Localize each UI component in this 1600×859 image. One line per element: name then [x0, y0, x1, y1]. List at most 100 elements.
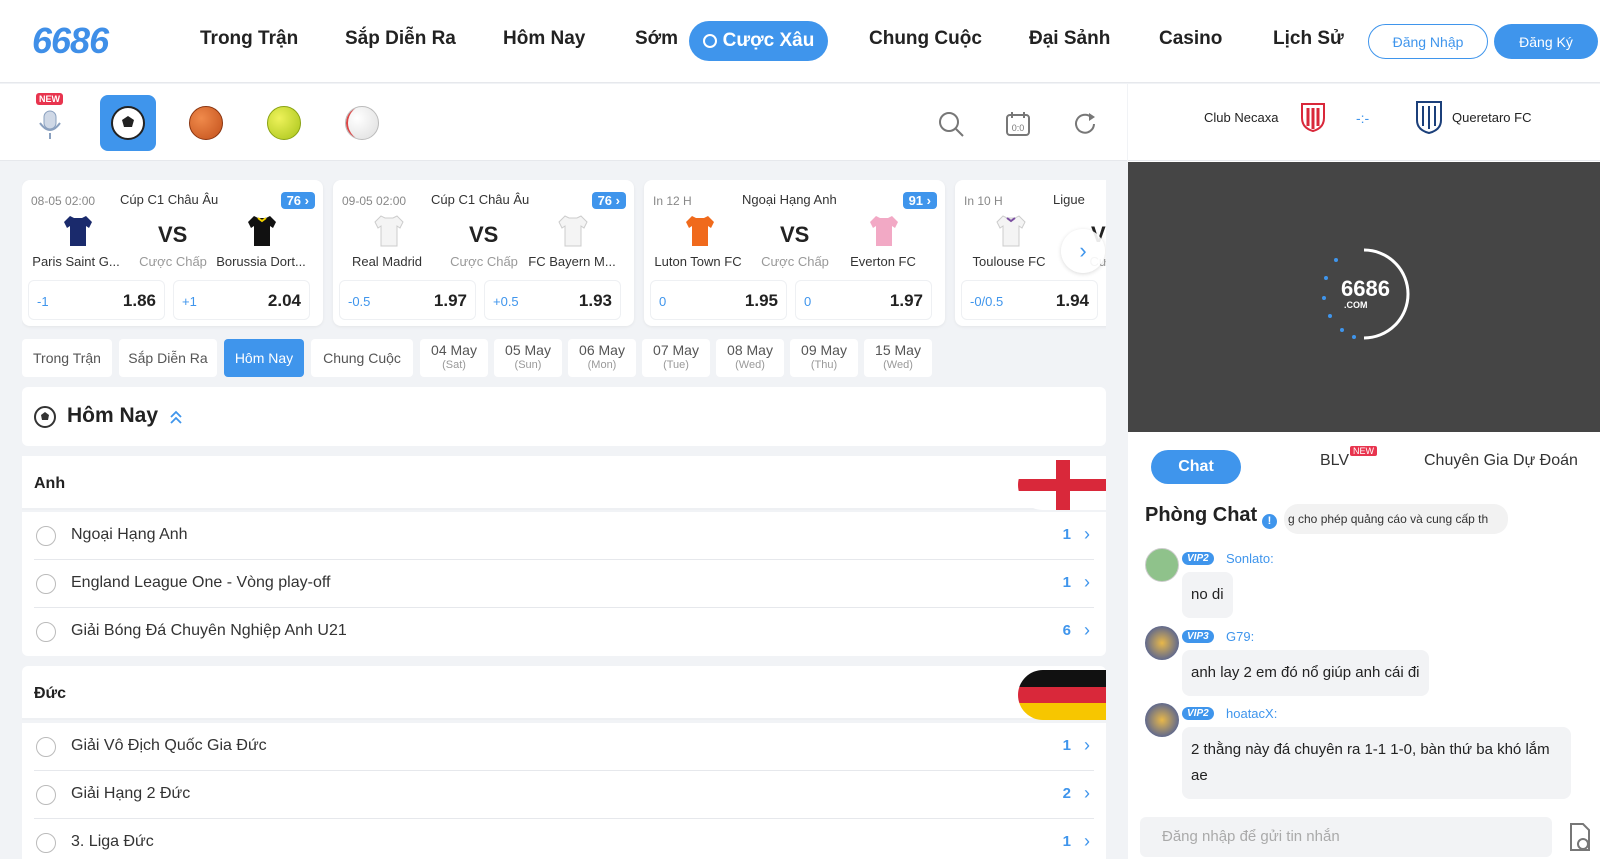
chat-message: VIP2 hoatacX: 2 thằng này đá chuyên ra 1…	[1145, 703, 1571, 813]
video-player[interactable]: 6686 .COM	[1128, 162, 1600, 432]
tab-label: 08 May	[727, 342, 773, 358]
tab-blv[interactable]: BLV	[1320, 452, 1349, 470]
vip-badge: VIP2	[1182, 707, 1214, 720]
market-count-badge[interactable]: 91 ›	[902, 192, 937, 209]
germany-flag-icon	[1018, 670, 1106, 720]
home-odds-button[interactable]: -1 1.86	[28, 280, 165, 320]
chat-input[interactable]: Đăng nhập để gửi tin nhắn	[1140, 817, 1552, 857]
collapse-icon[interactable]	[168, 409, 184, 425]
tab-date[interactable]: 05 May (Sun)	[494, 339, 562, 377]
calendar-icon[interactable]: 0:0	[1004, 110, 1032, 138]
login-button[interactable]: Đăng Nhập	[1368, 24, 1488, 59]
microphone-icon	[39, 110, 61, 139]
league-row[interactable]: Giải Vô Địch Quốc Gia Đức 1 ›	[22, 723, 1106, 771]
username[interactable]: G79:	[1226, 629, 1254, 644]
chevron-right-icon: ›	[1084, 831, 1090, 851]
message-text: 2 thằng này đá chuyên ra 1-1 1-0, bàn th…	[1182, 727, 1571, 799]
vs-label: VS	[158, 222, 188, 247]
nav-hom-nay[interactable]: Hôm Nay	[503, 28, 585, 50]
tab-label: Hôm Nay	[234, 349, 294, 366]
match-league: Ligue	[1053, 192, 1085, 207]
match-time: 08-05 02:00	[31, 194, 96, 208]
tab-label: Chung Cuộc	[323, 349, 401, 366]
announcement-marquee: g cho phép quảng cáo và cung cấp th	[1284, 504, 1508, 534]
tab-hom-nay[interactable]: Hôm Nay	[224, 339, 304, 377]
league-row[interactable]: Giải Hạng 2 Đức 2 ›	[22, 771, 1106, 819]
match-league: Ngoại Hạng Anh	[742, 192, 837, 207]
nav-lich-su[interactable]: Lịch Sử	[1273, 28, 1344, 50]
match-card[interactable]: 08-05 02:00 Cúp C1 Châu Âu 76 › VS Paris…	[22, 180, 323, 326]
home-jersey-icon	[996, 215, 1026, 247]
home-odds-button[interactable]: -0/0.5 1.94	[961, 280, 1098, 320]
tab-date[interactable]: 07 May (Tue)	[642, 339, 710, 377]
away-team: Borussia Dort...	[216, 254, 306, 269]
tab-date[interactable]: 04 May (Sat)	[420, 339, 488, 377]
home-odds-button[interactable]: -0.5 1.97	[339, 280, 476, 320]
sport-basketball[interactable]	[178, 95, 234, 151]
username[interactable]: Sonlato:	[1226, 551, 1274, 566]
match-count: 1	[1062, 526, 1071, 543]
info-icon[interactable]: !	[1262, 514, 1277, 529]
select-radio[interactable]	[36, 526, 56, 546]
match-count: 1	[1062, 737, 1071, 754]
league-row[interactable]: Giải Bóng Đá Chuyên Nghiệp Anh U21 6 ›	[22, 608, 1106, 656]
chevron-right-icon: ›	[1084, 735, 1090, 755]
chevron-right-icon: ›	[1079, 238, 1087, 263]
match-card[interactable]: 09-05 02:00 Cúp C1 Châu Âu 76 › VS Real …	[333, 180, 634, 326]
tab-trong-tran[interactable]: Trong Trận	[22, 339, 112, 377]
vip-badge: VIP2	[1182, 552, 1214, 565]
market-count-badge[interactable]: 76 ›	[280, 192, 315, 209]
select-radio[interactable]	[36, 737, 56, 757]
sport-baseball[interactable]	[334, 95, 390, 151]
username[interactable]: hoatacX:	[1226, 706, 1277, 721]
register-button[interactable]: Đăng Ký	[1494, 24, 1598, 59]
england-flag-icon	[1018, 460, 1106, 510]
home-jersey-icon	[64, 216, 92, 246]
tab-expert[interactable]: Chuyên Gia Dự Đoán	[1424, 452, 1578, 470]
country-group-header[interactable]: Đức	[22, 666, 1106, 720]
away-odds-button[interactable]: 0 1.97	[795, 280, 932, 320]
tab-sap-dien-ra[interactable]: Sắp Diễn Ra	[119, 339, 217, 377]
nav-dai-sanh[interactable]: Đại Sảnh	[1029, 28, 1110, 50]
search-icon[interactable]	[937, 110, 965, 138]
sport-soccer[interactable]	[100, 95, 156, 151]
tab-date[interactable]: 08 May (Wed)	[716, 339, 784, 377]
market-count-badge[interactable]: 76 ›	[591, 192, 626, 209]
league-row[interactable]: England League One - Vòng play-off 1 ›	[22, 560, 1106, 608]
section-title: Hôm Nay	[67, 404, 159, 427]
nav-som[interactable]: Sớm	[635, 28, 678, 50]
tab-chung-cuoc[interactable]: Chung Cuộc	[311, 339, 413, 377]
tab-date[interactable]: 09 May (Thu)	[790, 339, 858, 377]
select-radio[interactable]	[36, 785, 56, 805]
home-odds-button[interactable]: 0 1.95	[650, 280, 787, 320]
nav-trong-tran[interactable]: Trong Trận	[200, 28, 298, 50]
nav-sap-dien-ra[interactable]: Sắp Diễn Ra	[345, 28, 456, 50]
nav-cuoc-xau[interactable]: Cược Xâu	[689, 21, 828, 61]
site-logo[interactable]: 6686	[32, 20, 109, 62]
select-radio[interactable]	[36, 574, 56, 594]
document-icon[interactable]	[1568, 822, 1592, 852]
refresh-icon[interactable]	[1071, 110, 1099, 138]
tab-date[interactable]: 15 May (Wed)	[864, 339, 932, 377]
carousel-next-button[interactable]: ›	[1061, 229, 1105, 273]
sport-live-audio[interactable]: NEW	[22, 93, 78, 151]
match-card[interactable]: In 12 H Ngoại Hạng Anh 91 › VS Luton Tow…	[644, 180, 945, 326]
league-row[interactable]: 3. Liga Đức 1 ›	[22, 819, 1106, 859]
match-league: Cúp C1 Châu Âu	[120, 192, 219, 207]
away-odds-button[interactable]: +0.5 1.93	[484, 280, 621, 320]
odds-value: 1.86	[122, 291, 156, 310]
sport-tennis[interactable]	[256, 95, 312, 151]
tab-date[interactable]: 06 May (Mon)	[568, 339, 636, 377]
country-group-header[interactable]: Anh	[22, 456, 1106, 510]
select-radio[interactable]	[36, 622, 56, 642]
tab-chat[interactable]: Chat	[1151, 450, 1241, 484]
tab-weekday: (Mon)	[587, 359, 617, 371]
handicap: -0/0.5	[970, 294, 1004, 309]
nav-chung-cuoc[interactable]: Chung Cuộc	[869, 28, 982, 50]
away-odds-button[interactable]: +1 2.04	[173, 280, 310, 320]
select-radio[interactable]	[36, 833, 56, 853]
market-count: 76	[286, 193, 302, 208]
nav-casino[interactable]: Casino	[1159, 28, 1222, 50]
parlay-icon	[702, 34, 717, 48]
league-row[interactable]: Ngoại Hạng Anh 1 ›	[22, 512, 1106, 560]
